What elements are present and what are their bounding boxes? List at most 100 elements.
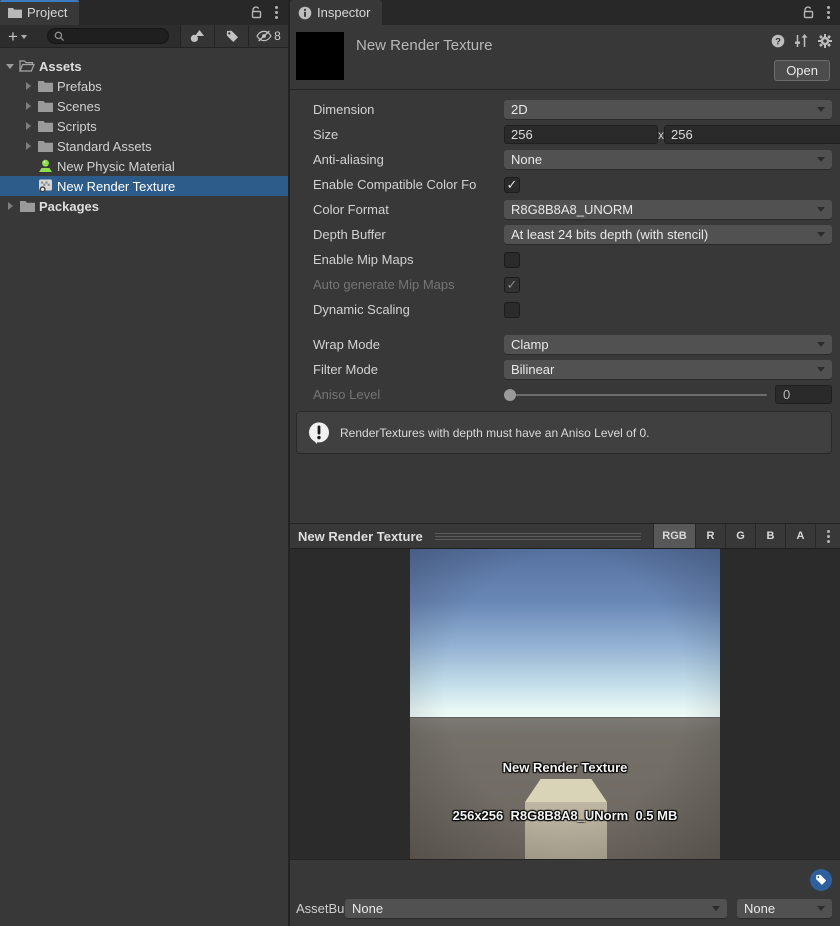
project-tab-bar: Project xyxy=(0,0,288,25)
hidden-packages-count: 8 xyxy=(274,29,281,43)
dropdown-caret-icon xyxy=(817,905,825,911)
caret-right-icon[interactable] xyxy=(25,82,31,90)
presets-icon[interactable] xyxy=(794,34,809,48)
tab-label: Project xyxy=(27,5,68,20)
tree-item-standard-assets[interactable]: Standard Assets xyxy=(0,136,288,156)
property-row-depth-buffer: Depth Buffer At least 24 bits depth (wit… xyxy=(290,222,840,247)
label-tag-icon xyxy=(226,30,238,42)
search-by-type-button[interactable] xyxy=(180,25,214,47)
property-row-enable-compatible-color-format: Enable Compatible Color Fo ✓ xyxy=(290,172,840,197)
preview-area: New Render Texture 256x256 R8G8B8A8_UNor… xyxy=(290,549,840,859)
tab-inspector[interactable]: Inspector xyxy=(290,0,383,25)
preview-header: New Render Texture RGB R G B A xyxy=(290,523,840,549)
anti-aliasing-dropdown[interactable]: None xyxy=(504,150,832,169)
property-row-dynamic-scaling: Dynamic Scaling xyxy=(290,297,840,322)
render-texture-icon xyxy=(37,178,53,194)
search-icon xyxy=(54,31,64,41)
channel-r-button[interactable]: R xyxy=(695,524,725,548)
folder-icon xyxy=(37,118,53,134)
tree-item-scenes[interactable]: Scenes xyxy=(0,96,288,116)
property-row-color-format: Color Format R8G8B8A8_UNORM xyxy=(290,197,840,222)
search-by-label-button[interactable] xyxy=(214,25,248,47)
preview-info-text: New Render Texture 256x256 R8G8B8A8_UNor… xyxy=(410,728,720,856)
channel-g-button[interactable]: G xyxy=(725,524,755,548)
size-width-field[interactable] xyxy=(504,125,658,144)
caret-right-icon[interactable] xyxy=(7,202,13,210)
channel-a-button[interactable]: A xyxy=(785,524,815,548)
channel-buttons: RGB R G B A xyxy=(653,524,840,548)
dropdown-caret-icon xyxy=(817,232,825,237)
asset-bundle-tag-button[interactable] xyxy=(810,869,832,891)
panel-menu-icon[interactable] xyxy=(273,4,280,21)
caret-right-icon[interactable] xyxy=(25,122,31,130)
asset-bundle-row: AssetBundle None None xyxy=(296,898,832,918)
color-format-dropdown[interactable]: R8G8B8A8_UNORM xyxy=(504,200,832,219)
dynamic-scaling-checkbox[interactable] xyxy=(504,301,520,318)
folder-open-icon xyxy=(19,58,35,74)
gear-icon[interactable] xyxy=(818,34,832,48)
folder-icon xyxy=(37,78,53,94)
caret-down-icon[interactable] xyxy=(6,63,14,69)
preview-menu-icon[interactable] xyxy=(815,524,840,548)
eye-off-icon xyxy=(256,30,272,42)
property-row-wrap-mode: Wrap Mode Clamp xyxy=(290,332,840,357)
property-row-dimension: Dimension 2D xyxy=(290,97,840,122)
open-button[interactable]: Open xyxy=(774,60,830,81)
caret-right-icon[interactable] xyxy=(25,142,31,150)
chevron-down-icon xyxy=(20,35,27,39)
dimension-dropdown[interactable]: 2D xyxy=(504,100,832,119)
search-by-type-icon xyxy=(190,29,204,42)
property-row-size: Size x xyxy=(290,122,840,147)
channel-b-button[interactable]: B xyxy=(755,524,785,548)
tab-project[interactable]: Project xyxy=(0,0,80,25)
property-row-anti-aliasing: Anti-aliasing None xyxy=(290,147,840,172)
preview-drag-handle[interactable] xyxy=(434,532,641,540)
help-icon[interactable]: ? xyxy=(771,34,785,48)
size-height-field[interactable] xyxy=(664,125,840,144)
tree-item-new-physic-material[interactable]: New Physic Material xyxy=(0,156,288,176)
asset-bundle-dropdown[interactable]: None xyxy=(345,898,727,918)
auto-generate-mip-maps-checkbox: ✓ xyxy=(504,276,520,293)
inspector-tab-bar: Inspector xyxy=(290,0,840,25)
dropdown-caret-icon xyxy=(817,157,825,162)
asset-bundle-variant-dropdown[interactable]: None xyxy=(737,898,832,918)
dropdown-caret-icon xyxy=(817,342,825,347)
panel-menu-icon[interactable] xyxy=(825,4,832,21)
project-toolbar: + 8 xyxy=(0,25,288,48)
dropdown-caret-icon xyxy=(817,367,825,372)
tree-item-packages[interactable]: Packages xyxy=(0,196,288,216)
unity-editor-window: Project + 8 Assets Prefabs Scenes Script… xyxy=(0,0,840,926)
tree-item-scripts[interactable]: Scripts xyxy=(0,116,288,136)
create-asset-button[interactable]: + xyxy=(0,28,33,45)
filter-mode-dropdown[interactable]: Bilinear xyxy=(504,360,832,379)
property-row-enable-mip-maps: Enable Mip Maps xyxy=(290,247,840,272)
tree-item-prefabs[interactable]: Prefabs xyxy=(0,76,288,96)
hidden-packages-button[interactable]: 8 xyxy=(248,25,288,47)
inspector-footer: AssetBundle None None xyxy=(290,859,840,926)
asset-thumbnail xyxy=(296,32,344,80)
enable-compatible-checkbox[interactable]: ✓ xyxy=(504,176,520,193)
caret-right-icon[interactable] xyxy=(25,102,31,110)
wrap-mode-dropdown[interactable]: Clamp xyxy=(504,335,832,354)
enable-mip-maps-checkbox[interactable] xyxy=(504,251,520,268)
property-row-auto-generate-mip-maps: Auto generate Mip Maps ✓ xyxy=(290,272,840,297)
preview-title: New Render Texture xyxy=(298,528,423,544)
channel-rgb-button[interactable]: RGB xyxy=(653,524,695,548)
depth-buffer-dropdown[interactable]: At least 24 bits depth (with stencil) xyxy=(504,225,832,244)
asset-title: New Render Texture xyxy=(356,37,493,54)
tree-item-new-render-texture[interactable]: New Render Texture xyxy=(0,176,288,196)
preview-info-line2: 256x256 R8G8B8A8_UNorm 0.5 MB xyxy=(452,808,678,823)
unlock-icon[interactable] xyxy=(803,6,815,19)
property-row-filter-mode: Filter Mode Bilinear xyxy=(290,357,840,382)
asset-bundle-label: AssetBundle xyxy=(296,900,369,916)
unlock-icon[interactable] xyxy=(251,6,263,19)
tree-item-assets[interactable]: Assets xyxy=(0,56,288,76)
preview-info-line1: New Render Texture xyxy=(502,760,628,775)
warning-icon xyxy=(309,421,329,444)
render-texture-preview[interactable]: New Render Texture 256x256 R8G8B8A8_UNor… xyxy=(410,549,720,859)
folder-icon xyxy=(19,198,35,214)
svg-text:?: ? xyxy=(775,36,781,47)
search-input[interactable] xyxy=(46,28,169,44)
project-panel: Project + 8 Assets Prefabs Scenes Script… xyxy=(0,0,288,926)
project-tree: Assets Prefabs Scenes Scripts Standard A xyxy=(0,48,288,926)
